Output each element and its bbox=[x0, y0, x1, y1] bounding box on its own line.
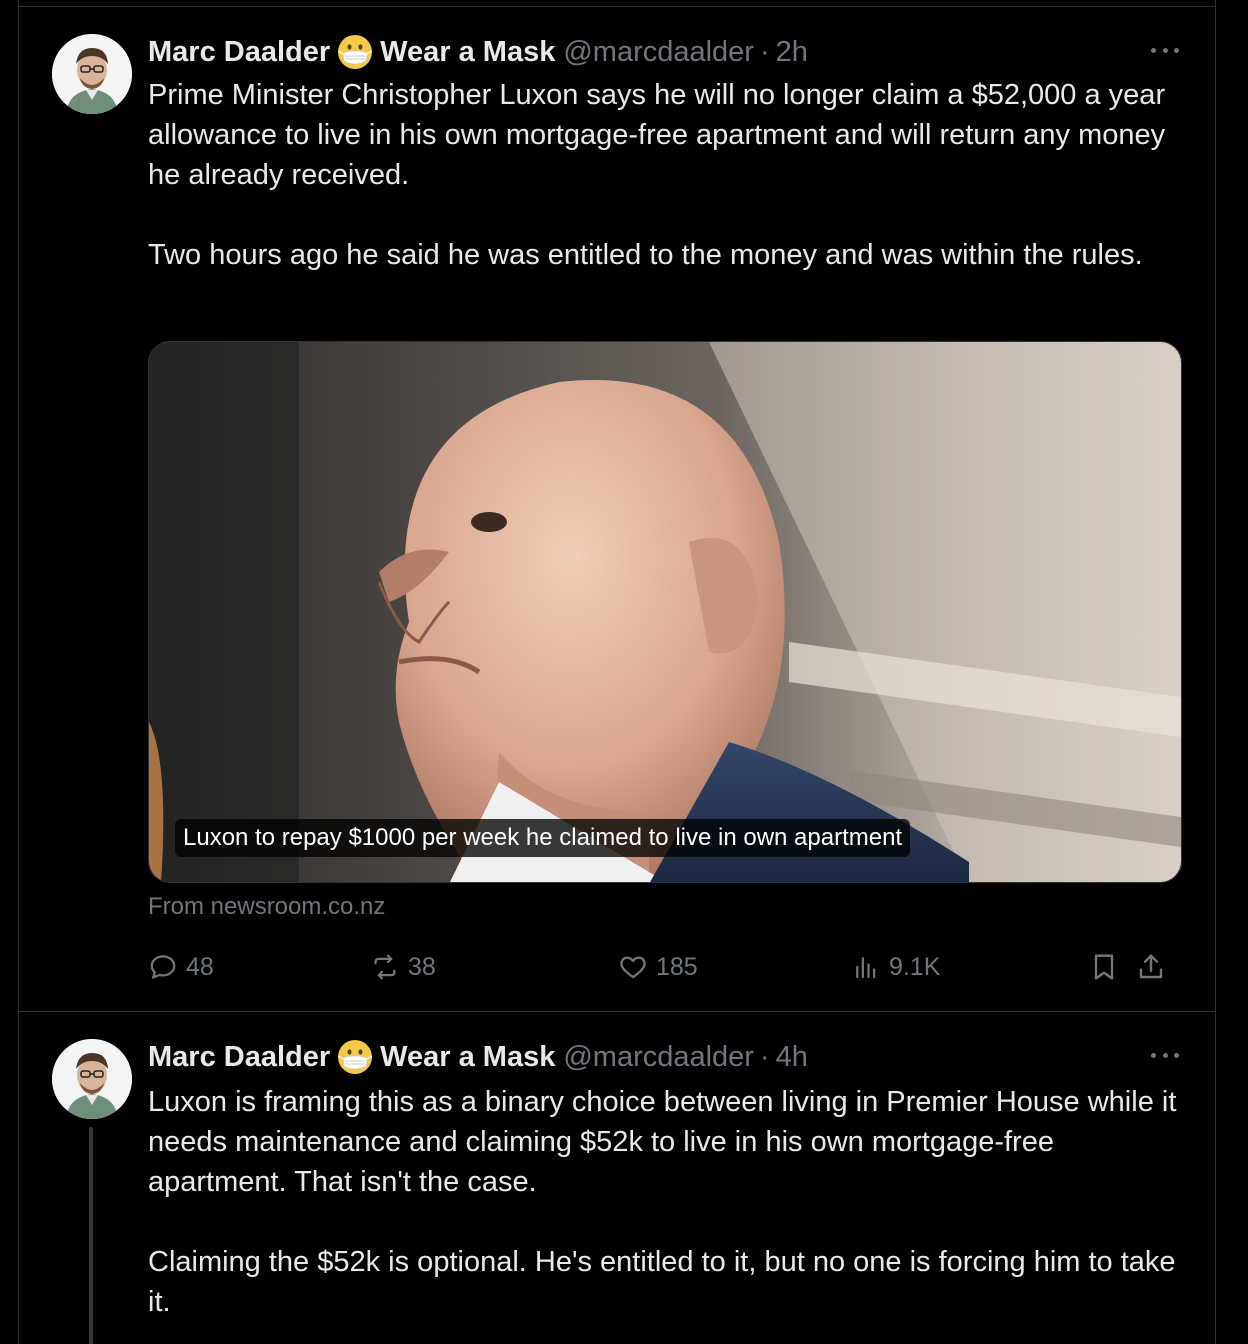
tweet-text: Prime Minister Christopher Luxon says he… bbox=[148, 79, 1166, 271]
card-caption: Luxon to repay $1000 per week he claimed… bbox=[175, 819, 911, 857]
author-handle[interactable]: @marcdaalder bbox=[563, 36, 754, 69]
author-handle[interactable]: @marcdaalder bbox=[563, 1041, 754, 1074]
repost-icon bbox=[374, 954, 396, 980]
share-button[interactable] bbox=[1135, 949, 1175, 985]
like-count: 185 bbox=[656, 952, 698, 981]
bookmark-icon bbox=[1094, 954, 1114, 980]
separator-dot: · bbox=[759, 35, 770, 68]
card-source[interactable]: From newsroom.co.nz bbox=[148, 893, 385, 921]
card-image bbox=[149, 342, 1181, 882]
reply-icon bbox=[150, 955, 176, 979]
author-name[interactable]: Marc Daalder bbox=[148, 1041, 330, 1074]
repost-count: 38 bbox=[408, 952, 436, 981]
avatar-image bbox=[52, 1039, 132, 1119]
share-icon bbox=[1139, 954, 1163, 979]
tweet-header: Marc Daalder Wear a Mask @marcdaalder · … bbox=[148, 34, 808, 70]
link-card[interactable]: Luxon to repay $1000 per week he claimed… bbox=[148, 341, 1182, 883]
tweet[interactable]: Marc Daalder Wear a Mask @marcdaalder · … bbox=[19, 7, 1217, 1011]
repost-button[interactable]: 38 bbox=[370, 949, 436, 985]
avatar[interactable] bbox=[52, 1039, 132, 1119]
more-icon[interactable] bbox=[1147, 1042, 1183, 1068]
tweet[interactable]: Marc Daalder Wear a Mask @marcdaalder · … bbox=[19, 1012, 1217, 1344]
more-icon[interactable] bbox=[1147, 37, 1183, 63]
bookmark-button[interactable] bbox=[1088, 949, 1128, 985]
tweet-text: Luxon is framing this as a binary choice… bbox=[148, 1086, 1177, 1318]
face-with-medical-mask-emoji-icon bbox=[337, 1039, 373, 1075]
timestamp[interactable]: 4h bbox=[776, 1041, 808, 1074]
reply-count: 48 bbox=[186, 952, 214, 981]
views-button[interactable]: 9.1K bbox=[851, 949, 940, 985]
author-name[interactable]: Marc Daalder bbox=[148, 36, 330, 69]
display-name-suffix[interactable]: Wear a Mask bbox=[380, 36, 555, 69]
thread-line bbox=[89, 1127, 93, 1344]
views-count: 9.1K bbox=[889, 952, 941, 981]
display-name-suffix[interactable]: Wear a Mask bbox=[380, 1041, 555, 1074]
timestamp[interactable]: 2h bbox=[776, 36, 808, 69]
tweet-actions: 48 38 185 9.1K bbox=[148, 949, 1188, 985]
avatar-image bbox=[52, 34, 132, 114]
face-with-medical-mask-emoji-icon bbox=[337, 34, 373, 70]
reply-button[interactable]: 48 bbox=[148, 949, 214, 985]
tweet-header: Marc Daalder Wear a Mask @marcdaalder · … bbox=[148, 1039, 808, 1075]
timeline-column: Marc Daalder Wear a Mask @marcdaalder · … bbox=[18, 0, 1216, 1344]
like-button[interactable]: 185 bbox=[618, 949, 698, 985]
separator-dot: · bbox=[759, 1040, 770, 1073]
heart-icon bbox=[620, 956, 646, 979]
views-icon bbox=[856, 957, 876, 979]
avatar[interactable] bbox=[52, 34, 132, 114]
